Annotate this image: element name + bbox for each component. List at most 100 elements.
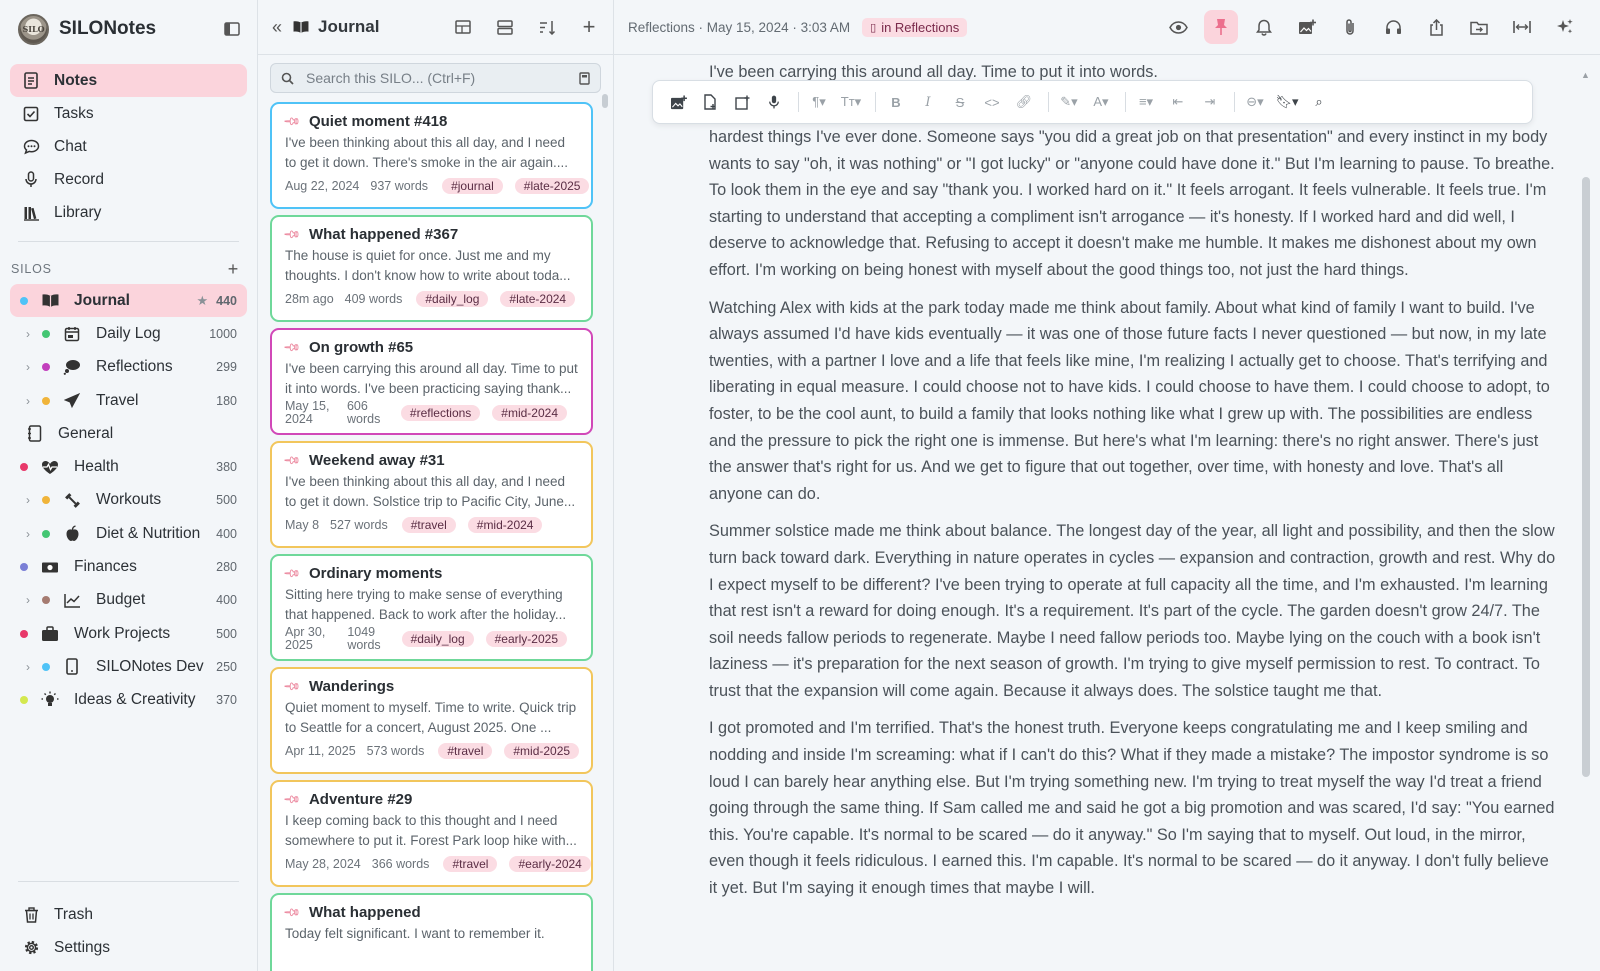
search-options-icon[interactable]	[579, 71, 590, 85]
editor-scroll-thumb[interactable]	[1582, 177, 1590, 777]
silo-color-dot	[42, 662, 50, 671]
tag-badge[interactable]: #daily_log	[401, 631, 474, 647]
note-card[interactable]: 📌︎ Wanderings Quiet moment to myself. Time…	[270, 667, 593, 774]
paragraph-style-icon[interactable]: ¶▾	[807, 90, 831, 114]
silo-item-reflections[interactable]: › Reflections 299	[10, 351, 247, 384]
sort-icon[interactable]	[537, 17, 557, 37]
chevron-right-icon[interactable]: ›	[20, 394, 36, 408]
nav-item-settings[interactable]: Settings	[10, 931, 247, 964]
silo-item-workouts[interactable]: › Workouts 500	[10, 484, 247, 517]
add-note-icon[interactable]: +	[579, 14, 599, 39]
layout-grid-icon[interactable]	[453, 17, 473, 37]
tag-badge[interactable]: #late-2025	[514, 178, 590, 194]
insert-block-icon[interactable]	[730, 90, 754, 114]
chevron-right-icon[interactable]: ›	[20, 360, 36, 374]
note-card[interactable]: 📌︎ Quiet moment #418 I've been thinking ab…	[270, 102, 593, 209]
find-replace-icon[interactable]: ⌕	[1307, 90, 1331, 114]
silo-chip[interactable]: ▯ in Reflections	[862, 17, 968, 37]
note-paragraph: Watching Alex with kids at the park toda…	[709, 298, 1550, 503]
full-width-icon[interactable]	[1505, 10, 1539, 44]
ai-sparkle-icon[interactable]	[1548, 10, 1582, 44]
sidebar-collapse-icon[interactable]	[223, 20, 241, 38]
nav-item-trash[interactable]: Trash	[10, 898, 247, 931]
search-input[interactable]: Search this SILO... (Ctrl+F)	[270, 63, 601, 93]
silo-item-travel[interactable]: › Travel 180	[10, 384, 247, 417]
editor-scrollbar[interactable]: ▲	[1581, 70, 1590, 777]
silo-item-general[interactable]: General	[10, 417, 247, 450]
link-icon[interactable]: 🔗︎	[1012, 90, 1036, 114]
bell-icon[interactable]	[1247, 10, 1281, 44]
nav-item-notes[interactable]: Notes	[10, 64, 247, 97]
outdent-icon[interactable]: ⇤	[1166, 90, 1190, 114]
bookmark-icon[interactable]: 🔖︎▾	[1275, 90, 1299, 114]
note-card[interactable]: 📌︎ What happened Today felt significant. I…	[270, 893, 593, 971]
star-icon[interactable]: ★	[196, 293, 208, 309]
pin-icon[interactable]	[1204, 10, 1238, 44]
note-card[interactable]: 📌︎ What happened #367 The house is quiet f…	[270, 215, 593, 322]
note-card-excerpt: Quiet moment to myself. Time to write. Q…	[285, 700, 577, 735]
chevron-right-icon[interactable]: ›	[20, 660, 36, 674]
highlight-icon[interactable]: ✎▾	[1057, 90, 1081, 114]
nav-item-chat[interactable]: Chat	[10, 130, 247, 163]
chevron-right-icon[interactable]: ›	[20, 493, 36, 507]
view-rows-icon[interactable]	[495, 17, 515, 37]
align-icon[interactable]: ≡▾	[1134, 90, 1158, 114]
add-silo-icon[interactable]: +	[228, 259, 239, 280]
silo-item-health[interactable]: Health 380	[10, 450, 247, 483]
silo-count: 370	[216, 693, 237, 708]
silo-item-daily-log[interactable]: › Daily Log 1000	[10, 317, 247, 350]
nav-item-library[interactable]: Library	[10, 196, 247, 229]
text-color-icon[interactable]: A▾	[1089, 90, 1113, 114]
chevron-right-icon[interactable]: ›	[20, 527, 36, 541]
paperclip-icon[interactable]	[1333, 10, 1367, 44]
note-card[interactable]: 📌︎ Weekend away #31 I've been thinking abo…	[270, 441, 593, 548]
silo-item-ideas-creativity[interactable]: Ideas & Creativity 370	[10, 684, 247, 717]
tag-badge[interactable]: #early-2024	[509, 856, 591, 872]
dictation-mic-icon[interactable]	[762, 90, 786, 114]
scroll-up-icon[interactable]: ▲	[1581, 70, 1590, 80]
note-card[interactable]: 📌︎ Ordinary moments Sitting here trying to…	[270, 554, 593, 661]
tag-badge[interactable]: #journal	[442, 178, 503, 194]
move-to-folder-icon[interactable]	[1462, 10, 1496, 44]
tag-badge[interactable]: #daily_log	[416, 291, 489, 307]
text-size-icon[interactable]: Tт▾	[839, 90, 863, 114]
tag-badge[interactable]: #reflections	[400, 405, 481, 421]
share-icon[interactable]	[1419, 10, 1453, 44]
nav-item-tasks[interactable]: Tasks	[10, 97, 247, 130]
tag-badge[interactable]: #travel	[401, 517, 456, 533]
silo-item-diet-nutrition[interactable]: › Diet & Nutrition 400	[10, 517, 247, 550]
pin-icon: 📌︎	[282, 225, 301, 245]
tag-badge[interactable]: #late-2024	[500, 291, 576, 307]
silo-count: 380	[216, 460, 237, 475]
tag-badge[interactable]: #mid-2025	[504, 743, 580, 759]
tag-badge[interactable]: #mid-2024	[492, 405, 567, 421]
italic-icon[interactable]: I	[916, 90, 940, 114]
tag-badge[interactable]: #mid-2024	[467, 517, 543, 533]
book-icon	[292, 20, 310, 34]
double-chevron-left-icon[interactable]: «	[272, 17, 282, 38]
silo-item-work-projects[interactable]: Work Projects 500	[10, 617, 247, 650]
note-card[interactable]: 📌︎ Adventure #29 I keep coming back to thi…	[270, 780, 593, 887]
chevron-right-icon[interactable]: ›	[20, 327, 36, 341]
silo-item-budget[interactable]: › Budget 400	[10, 584, 247, 617]
chevron-right-icon[interactable]: ›	[20, 593, 36, 607]
code-icon[interactable]: <>	[980, 90, 1004, 114]
tag-badge[interactable]: #early-2025	[485, 631, 567, 647]
note-card[interactable]: 📌︎ On growth #65 I've been carrying this a…	[270, 328, 593, 435]
preview-eye-icon[interactable]	[1161, 10, 1195, 44]
add-image-icon[interactable]	[1290, 10, 1324, 44]
headphones-icon[interactable]	[1376, 10, 1410, 44]
more-options-icon[interactable]: ⊖▾	[1243, 90, 1267, 114]
insert-image-icon[interactable]	[666, 90, 690, 114]
silo-item-journal[interactable]: Journal ★ 440	[10, 284, 247, 318]
silo-item-finances[interactable]: Finances 280	[10, 550, 247, 583]
nav-item-record[interactable]: Record	[10, 163, 247, 196]
tag-badge[interactable]: #travel	[443, 856, 498, 872]
tag-badge[interactable]: #travel	[438, 743, 493, 759]
strikethrough-icon[interactable]: S	[948, 90, 972, 114]
indent-icon[interactable]: ⇥	[1198, 90, 1222, 114]
insert-file-icon[interactable]	[698, 90, 722, 114]
toolbar-separator	[1048, 92, 1049, 112]
bold-icon[interactable]: B	[884, 90, 908, 114]
silo-item-silonotes-dev[interactable]: › SILONotes Dev 250	[10, 650, 247, 683]
